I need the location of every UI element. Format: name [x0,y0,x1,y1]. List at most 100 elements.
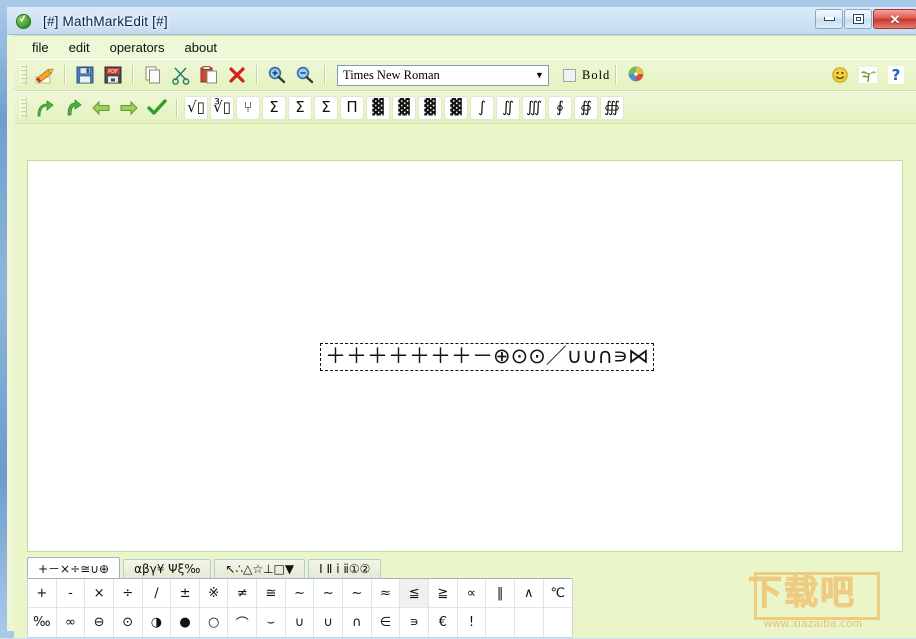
matrix-3-button[interactable]: ▓ [418,95,442,120]
forward-button[interactable] [116,95,142,121]
paste-button[interactable] [196,62,222,88]
symbol-cell[interactable]: ≅ [257,579,286,608]
symbol-cell[interactable]: € [429,608,458,637]
integral-button[interactable]: ∫ [470,95,494,120]
matrix-2-button[interactable]: ▓ [392,95,416,120]
symbol-cell[interactable]: ‰ [28,608,57,637]
editor-canvas[interactable]: ＋＋＋＋＋＋＋－⊕⊙⊙／∪∪∩∍⋈ [27,160,903,552]
copy-button[interactable] [140,62,166,88]
symbol-cell[interactable]: ∪ [314,608,344,637]
redo-button[interactable] [60,95,86,121]
cut-button[interactable] [168,62,194,88]
tab-numerals[interactable]: Ⅰ Ⅱ ⅰ ⅱ①② [308,559,382,578]
operators-toolbar-grip[interactable] [20,97,27,118]
triple-integral-button[interactable]: ∭ [522,95,546,120]
symbol-cell[interactable]: ! [458,608,487,637]
tab-shapes[interactable]: ↖∴△☆⊥□▼ [214,559,306,578]
formula-expression[interactable]: ＋＋＋＋＋＋＋－⊕⊙⊙／∪∪∩∍⋈ [320,343,654,371]
tab-operators[interactable]: +－×÷≅∪⊕ [27,557,121,578]
fraction-button[interactable]: ⑂ [236,95,260,120]
save-button[interactable] [72,62,98,88]
symbol-cell[interactable]: ◑ [143,608,172,637]
symbol-cell[interactable]: ∍ [400,608,429,637]
operators-toolbar: √▯ ∛▯ ⑂ Σ Σ Σ Π ▓ ▓ ▓ ▓ ∫ ∬ ∭ ∮ ∯ ∰ [14,91,916,124]
symbol-cell[interactable]: ∼ [314,579,344,608]
symbol-cell[interactable]: ∩ [343,608,372,637]
smiley-button[interactable] [827,62,853,88]
symbol-cell[interactable]: ± [171,579,200,608]
sum-button[interactable]: Σ [262,95,286,120]
sum-big-button[interactable]: Σ [314,95,338,120]
menu-item-about[interactable]: about [175,38,228,57]
nth-root-button[interactable]: ∛▯ [210,95,234,120]
symbol-cell[interactable]: ⌣ [257,608,286,637]
volume-integral-button[interactable]: ∰ [600,95,624,120]
symbol-cell[interactable]: ≧ [428,579,458,608]
toolbar-grip[interactable] [20,65,27,85]
symbol-cell[interactable]: ⊖ [85,608,114,637]
delete-button[interactable] [224,62,250,88]
zoom-out-button[interactable] [292,62,318,88]
menu-item-file[interactable]: file [22,38,59,57]
symbol-cell[interactable]: ※ [199,579,229,608]
matrix-button[interactable]: ▓ [366,95,390,120]
back-button[interactable] [88,95,114,121]
symbol-cell[interactable]: ∧ [514,579,544,608]
symbol-cell[interactable]: ≈ [371,579,401,608]
menu-item-operators[interactable]: operators [100,38,175,57]
bold-checkbox[interactable]: Bold [563,68,610,83]
symbol-cell[interactable]: ∼ [285,579,315,608]
symbol-cell[interactable]: × [85,579,114,608]
symbol-cell[interactable]: ∞ [57,608,86,637]
symbol-cell[interactable]: ‖ [486,579,515,608]
export-pdf-button[interactable]: PDF [100,62,126,88]
symbol-cell[interactable]: ≠ [228,579,258,608]
font-select[interactable]: Times New Roman ▼ [337,64,549,86]
confirm-button[interactable] [144,95,170,121]
symbol-cell[interactable]: - [56,579,86,608]
symbol-cell[interactable]: ⊙ [114,608,143,637]
symbol-cell[interactable] [515,608,544,637]
symbol-cell[interactable]: ∈ [372,608,401,637]
fraction-glyph: ⑂ [243,98,253,116]
undo-button[interactable] [32,95,58,121]
color-palette-button[interactable] [623,62,649,88]
symbol-cell[interactable]: ∪ [286,608,315,637]
symbol-cell[interactable]: ~ [343,579,372,608]
symbol-cell[interactable]: ● [171,608,200,637]
surface-integral-button[interactable]: ∯ [574,95,598,120]
plant-button[interactable] [855,62,881,88]
matrix-4-button[interactable]: ▓ [444,95,468,120]
symbol-cell[interactable]: ○ [200,608,229,637]
symbol-cell[interactable]: ∕ [142,579,172,608]
help-button[interactable]: ? [883,62,909,88]
bold-checkbox-label: Bold [582,67,611,82]
zoom-in-button[interactable] [264,62,290,88]
sqrt-button[interactable]: √▯ [184,95,208,120]
symbol-cell[interactable]: ∝ [457,579,487,608]
tab-greek[interactable]: αβγ¥ Ψξ‰ [123,559,212,578]
contour-integral-button[interactable]: ∮ [548,95,572,120]
restore-button[interactable] [844,9,872,29]
symbol-cell[interactable]: ≦ [400,579,429,608]
chevron-down-icon[interactable]: ▼ [531,66,548,85]
symbol-cell[interactable] [544,608,573,637]
minimize-button[interactable] [815,9,843,29]
sum-limits-button[interactable]: Σ [288,95,312,120]
menu-item-edit[interactable]: edit [59,38,100,57]
double-integral-button[interactable]: ∬ [496,95,520,120]
symbol-cell[interactable]: ⌒ [228,608,258,637]
symbol-cell[interactable]: + [28,579,57,608]
product-button[interactable]: Π [340,95,364,120]
application-window: ✓ [#] MathMarkEdit [#] ✕ file edit opera… [0,0,916,638]
title-bar[interactable]: ✓ [#] MathMarkEdit [#] ✕ [7,7,916,35]
bold-checkbox-box[interactable] [563,68,576,82]
symbol-cell[interactable]: ℃ [543,579,573,608]
close-button[interactable]: ✕ [873,9,916,29]
edit-pencil-button[interactable] [32,62,58,88]
palette-tabs: +－×÷≅∪⊕ αβγ¥ Ψξ‰ ↖∴△☆⊥□▼ Ⅰ Ⅱ ⅰ ⅱ①② [27,557,903,578]
symbol-cell[interactable] [486,608,515,637]
plant-icon [859,67,877,83]
symbol-cell[interactable]: ÷ [113,579,143,608]
app-icon[interactable]: ✓ [16,13,31,29]
